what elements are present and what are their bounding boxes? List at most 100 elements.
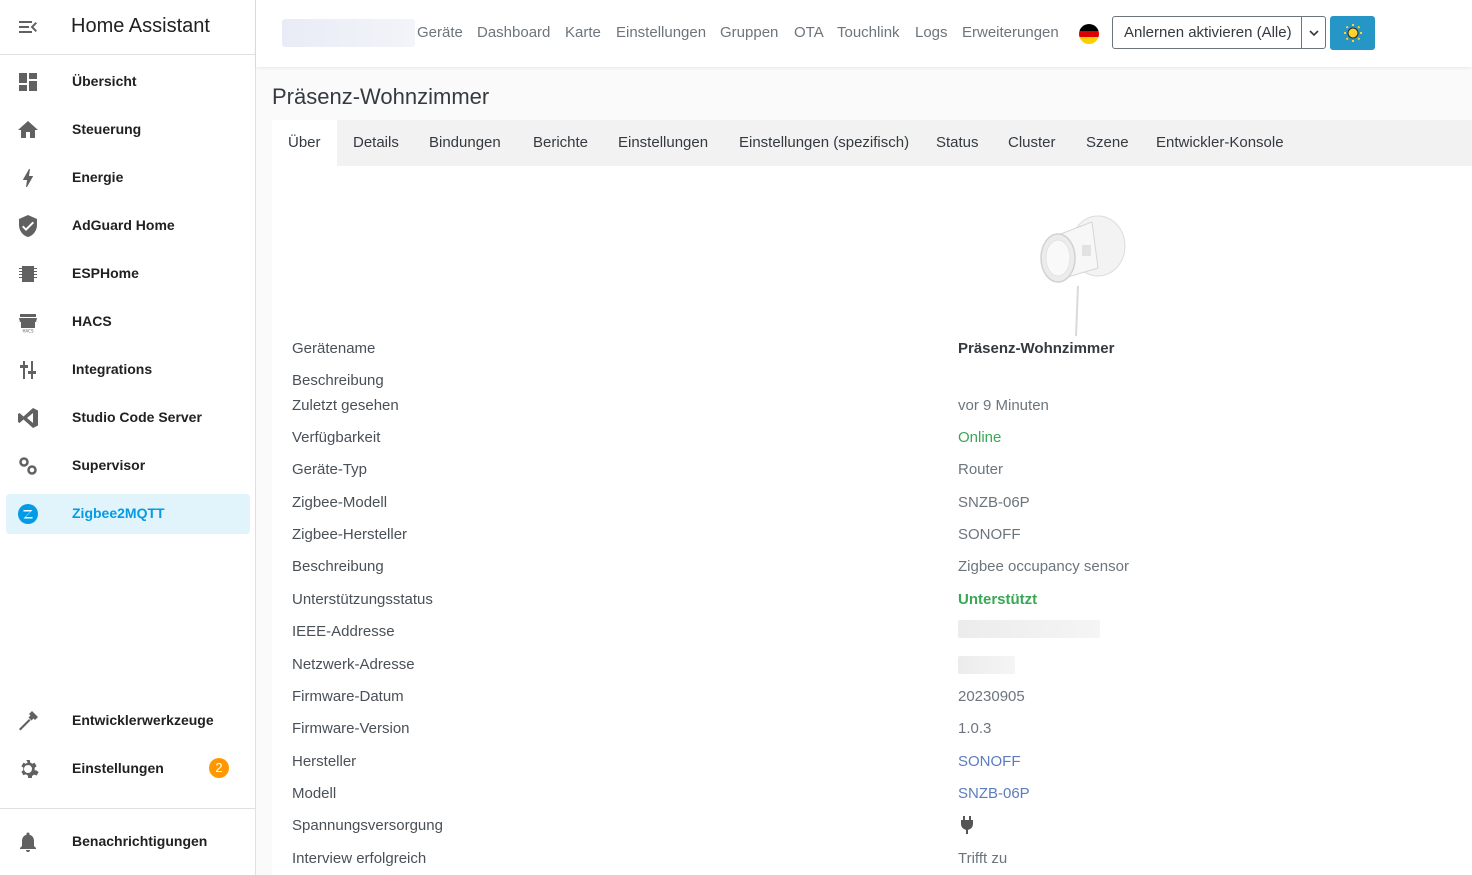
sidebar-item-esphome[interactable]: ESPHome bbox=[6, 254, 250, 294]
sidebar-item-hacs[interactable]: HACS HACS bbox=[6, 302, 250, 342]
split-divider bbox=[1301, 17, 1302, 48]
label-ieee-adresse: IEEE-Addresse bbox=[292, 623, 395, 640]
chevron-down-icon[interactable] bbox=[1308, 27, 1320, 39]
device-tabs: Über Details Bindungen Berichte Einstell… bbox=[272, 120, 1472, 166]
tab-entwickler-konsole[interactable]: Entwickler-Konsole bbox=[1140, 120, 1300, 166]
tab-ueber[interactable]: Über bbox=[272, 120, 337, 166]
label-unterstuetzungsstatus: Unterstützungsstatus bbox=[292, 591, 433, 608]
sidebar-item-zigbee2mqtt[interactable]: Zigbee2MQTT bbox=[6, 494, 250, 534]
link-hersteller[interactable]: SONOFF bbox=[958, 753, 1021, 770]
tab-berichte[interactable]: Berichte bbox=[517, 120, 604, 166]
gear-icon bbox=[21, 760, 39, 778]
hacs-store-icon: HACS bbox=[19, 314, 37, 334]
sidebar-item-label: AdGuard Home bbox=[72, 217, 175, 233]
notification-badge: 2 bbox=[209, 758, 229, 778]
tab-cluster[interactable]: Cluster bbox=[992, 120, 1072, 166]
value-zuletzt-gesehen: vor 9 Minuten bbox=[958, 397, 1049, 414]
sidebar-item-supervisor[interactable]: Supervisor bbox=[6, 446, 250, 486]
lightning-icon bbox=[23, 169, 33, 187]
sidebar-header: Home Assistant bbox=[0, 0, 255, 55]
value-unterstuetzungsstatus: Unterstützt bbox=[958, 591, 1038, 608]
label-hersteller: Hersteller bbox=[292, 753, 357, 770]
sidebar-item-label: HACS bbox=[72, 313, 112, 329]
nav-gruppen[interactable]: Gruppen bbox=[720, 24, 778, 41]
bell-icon bbox=[20, 832, 36, 852]
flag-de-icon[interactable] bbox=[1079, 24, 1099, 44]
value-zigbee-modell: SNZB-06P bbox=[958, 494, 1030, 511]
nav-touchlink[interactable]: Touchlink bbox=[837, 24, 900, 41]
sidebar-item-studio-code[interactable]: Studio Code Server bbox=[6, 398, 250, 438]
nav-ota[interactable]: OTA bbox=[794, 24, 824, 41]
label-spannungsversorgung: Spannungsversorgung bbox=[292, 817, 443, 834]
label-beschreibung-2: Beschreibung bbox=[292, 558, 384, 575]
sidebar-item-label: Supervisor bbox=[72, 457, 146, 473]
sidebar-divider bbox=[0, 808, 255, 809]
label-zigbee-hersteller: Zigbee-Hersteller bbox=[292, 526, 408, 543]
power-plug-icon bbox=[961, 816, 973, 834]
label-zigbee-modell: Zigbee-Modell bbox=[292, 494, 388, 511]
sidebar-item-benachrichtigungen[interactable]: Benachrichtigungen bbox=[6, 822, 250, 862]
sidebar-item-label: Zigbee2MQTT bbox=[72, 505, 165, 521]
label-geraete-typ: Geräte-Typ bbox=[292, 461, 368, 478]
sidebar-item-label: Übersicht bbox=[72, 73, 137, 89]
theme-toggle-button[interactable] bbox=[1330, 16, 1375, 50]
nav-erweiterungen[interactable]: Erweiterungen bbox=[962, 24, 1059, 41]
tab-details[interactable]: Details bbox=[337, 120, 415, 166]
sidebar: Home Assistant Übersicht Steuerung Energ… bbox=[0, 0, 256, 875]
sidebar-item-label: Entwicklerwerkzeuge bbox=[72, 712, 214, 728]
tab-bindungen[interactable]: Bindungen bbox=[413, 120, 517, 166]
nav-dashboard[interactable]: Dashboard bbox=[477, 24, 550, 41]
tab-szene[interactable]: Szene bbox=[1070, 120, 1145, 166]
redacted-ieee-address bbox=[958, 620, 1100, 638]
sidebar-item-label: Steuerung bbox=[72, 121, 142, 137]
device-image bbox=[1040, 215, 1126, 336]
redacted-logo bbox=[282, 19, 415, 47]
sidebar-item-adguard[interactable]: AdGuard Home bbox=[6, 206, 250, 246]
value-firmware-version: 1.0.3 bbox=[958, 720, 992, 737]
nav-karte[interactable]: Karte bbox=[565, 24, 601, 41]
vscode-icon bbox=[18, 408, 38, 428]
shield-check-icon bbox=[19, 215, 37, 237]
link-modell[interactable]: SNZB-06P bbox=[958, 785, 1030, 802]
sidebar-item-steuerung[interactable]: Steuerung bbox=[6, 110, 250, 150]
zigbee-icon bbox=[18, 504, 38, 524]
value-geraete-typ: Router bbox=[958, 461, 1004, 478]
sidebar-item-label: Einstellungen bbox=[72, 760, 164, 776]
sidebar-item-label: ESPHome bbox=[72, 265, 139, 281]
label-firmware-datum: Firmware-Datum bbox=[292, 688, 404, 705]
tab-einstellungen[interactable]: Einstellungen bbox=[602, 120, 724, 166]
value-zigbee-hersteller: SONOFF bbox=[958, 526, 1021, 543]
menu-collapse-icon[interactable] bbox=[16, 15, 40, 39]
nav-einstellungen[interactable]: Einstellungen bbox=[616, 24, 706, 41]
sidebar-item-energie[interactable]: Energie bbox=[6, 158, 250, 198]
value-verfuegbarkeit: Online bbox=[958, 429, 1002, 446]
value-firmware-datum: 20230905 bbox=[958, 688, 1025, 705]
hammer-icon bbox=[19, 711, 38, 731]
sidebar-item-entwicklerwerkzeuge[interactable]: Entwicklerwerkzeuge bbox=[6, 701, 250, 741]
sliders-icon bbox=[20, 361, 36, 379]
nav-logs[interactable]: Logs bbox=[915, 24, 948, 41]
home-icon bbox=[18, 121, 38, 138]
sidebar-item-uebersicht[interactable]: Übersicht bbox=[6, 62, 250, 102]
sidebar-item-label: Benachrichtigungen bbox=[72, 833, 208, 849]
value-geraetename: Präsenz-Wohnzimmer bbox=[958, 340, 1115, 357]
label-zuletzt-gesehen: Zuletzt gesehen bbox=[292, 397, 399, 414]
device-info-panel bbox=[272, 166, 1472, 875]
label-interview-erfolgreich: Interview erfolgreich bbox=[292, 850, 427, 867]
sidebar-item-integrations[interactable]: Integrations bbox=[6, 350, 250, 390]
dashboard-icon bbox=[19, 73, 37, 91]
permit-join-dropdown[interactable]: Anlernen aktivieren (Alle) bbox=[1112, 16, 1326, 49]
sidebar-item-label: Energie bbox=[72, 169, 124, 185]
svg-text:HACS: HACS bbox=[22, 329, 33, 334]
sidebar-item-einstellungen[interactable]: Einstellungen 2 bbox=[6, 749, 250, 789]
permit-join-label[interactable]: Anlernen aktivieren (Alle) bbox=[1124, 24, 1292, 41]
sidebar-item-label: Studio Code Server bbox=[72, 409, 202, 425]
value-beschreibung-2: Zigbee occupancy sensor bbox=[958, 558, 1129, 575]
tab-status[interactable]: Status bbox=[920, 120, 995, 166]
sidebar-item-label: Integrations bbox=[72, 361, 153, 377]
label-firmware-version: Firmware-Version bbox=[292, 720, 410, 737]
sun-icon bbox=[1344, 24, 1362, 42]
tab-einstellungen-spezifisch[interactable]: Einstellungen (spezifisch) bbox=[723, 120, 925, 166]
label-modell: Modell bbox=[292, 785, 337, 802]
nav-geraete[interactable]: Geräte bbox=[417, 24, 463, 41]
